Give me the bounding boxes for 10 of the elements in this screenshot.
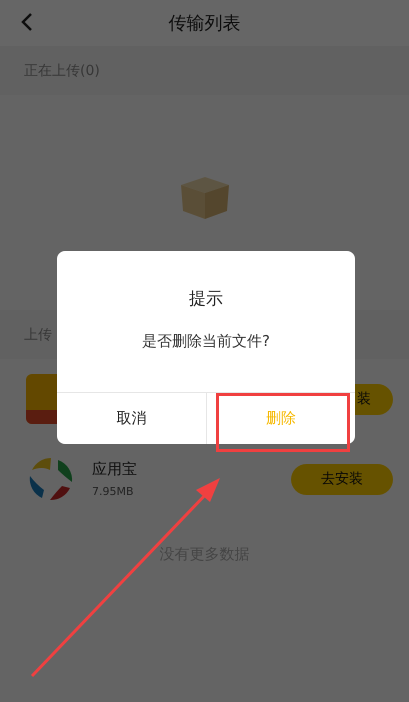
- page-title: 传输列表: [168, 12, 240, 35]
- back-icon[interactable]: [20, 12, 34, 32]
- app-icon: [26, 374, 57, 424]
- app-name: 应用宝: [92, 460, 138, 479]
- cancel-button[interactable]: 取消: [57, 393, 206, 444]
- dialog-title: 提示: [188, 288, 224, 310]
- file-size: 7.95MB: [92, 485, 135, 498]
- app-icon: [28, 456, 74, 502]
- install-button[interactable]: 去安装: [291, 464, 393, 494]
- dialog-message: 是否删除当前文件?: [141, 332, 271, 351]
